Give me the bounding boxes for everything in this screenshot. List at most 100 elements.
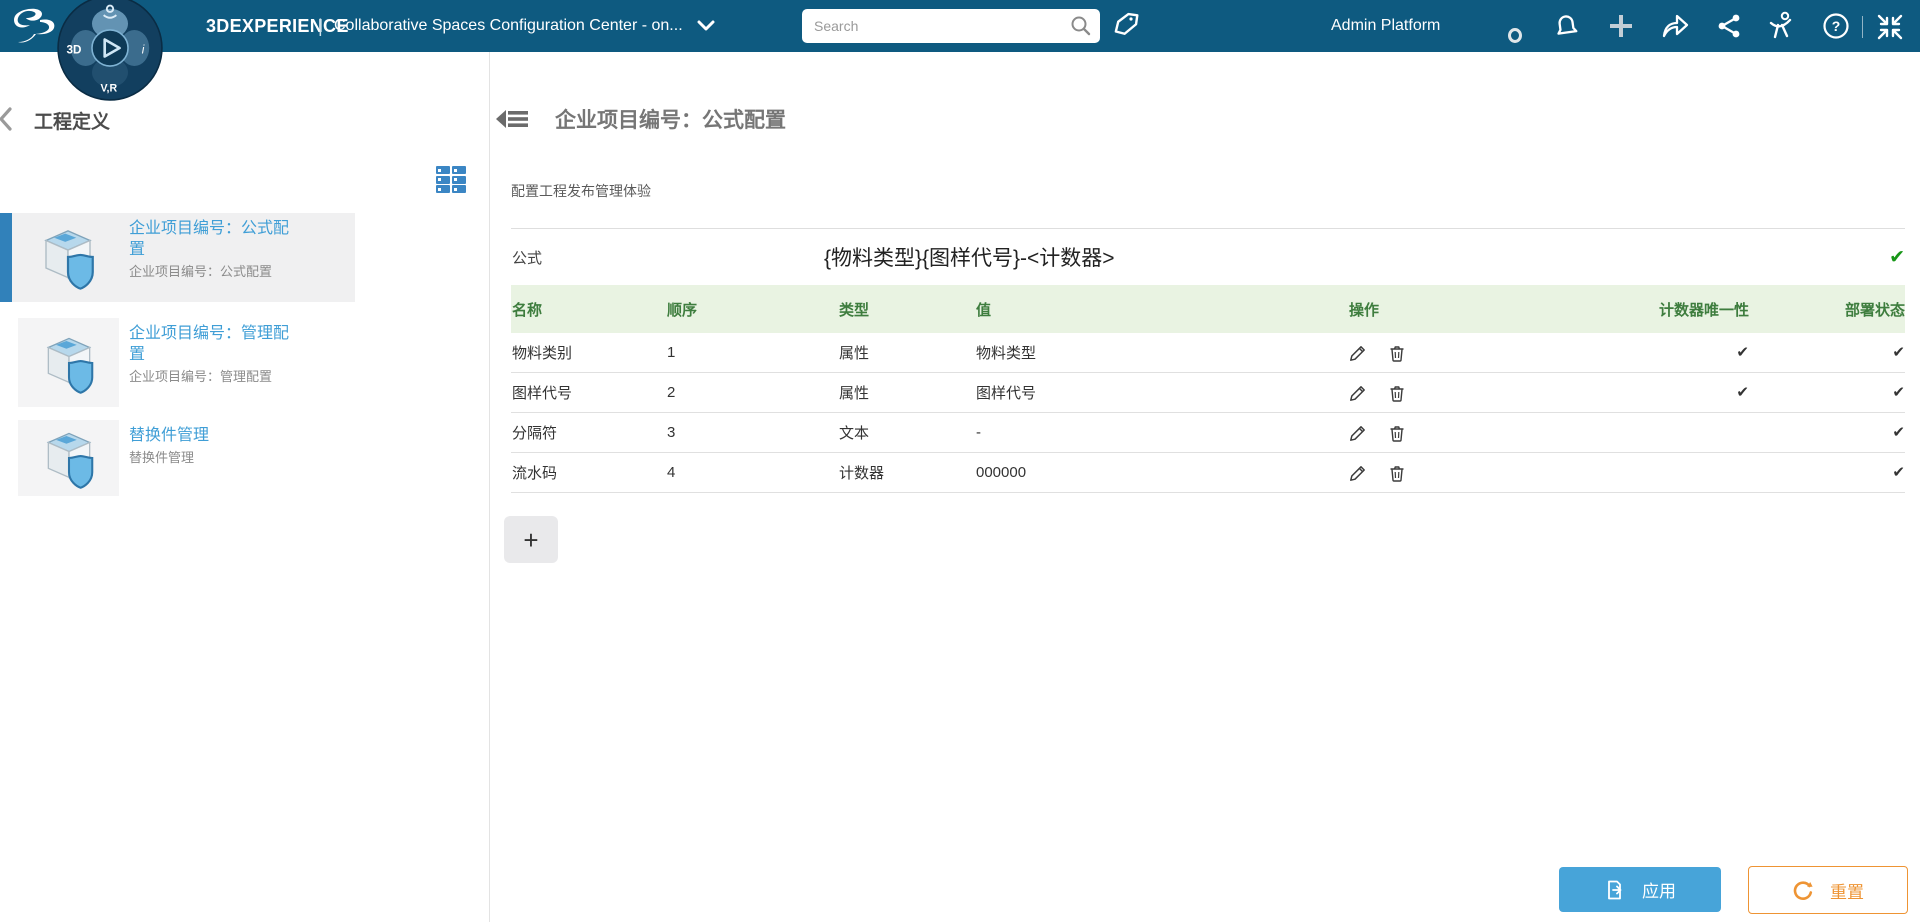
col-header-deploy-status: 部署状态 bbox=[1749, 299, 1905, 320]
cell-order: 2 bbox=[667, 384, 839, 401]
share-network-icon[interactable] bbox=[1716, 13, 1742, 39]
deploy-status-check-icon: ✔ bbox=[1749, 385, 1905, 400]
formula-row: 公式 {物料类型}{图样代号}-<计数器> ✔ bbox=[511, 228, 1905, 285]
formula-value: {物料类型}{图样代号}-<计数器> bbox=[824, 242, 1889, 272]
apply-document-icon bbox=[1604, 879, 1626, 901]
main-panel: 企业项目编号：公式配置 配置工程发布管理体验 公式 {物料类型}{图样代号}-<… bbox=[491, 52, 1920, 922]
page-title: 企业项目编号：公式配置 bbox=[555, 104, 786, 134]
collapse-panel-icon[interactable] bbox=[495, 106, 529, 132]
col-header-name: 名称 bbox=[511, 299, 667, 320]
top-bar: 3D i V,R 3DEXPERIENCE | Collaborative Sp… bbox=[0, 0, 1920, 52]
help-icon[interactable]: ? bbox=[1822, 12, 1850, 40]
sidebar-item-subtitle: 替换件管理 bbox=[129, 450, 294, 466]
back-chevron-icon[interactable] bbox=[0, 106, 16, 137]
delete-trash-icon[interactable] bbox=[1388, 464, 1406, 482]
col-header-type: 类型 bbox=[839, 299, 976, 320]
collapse-fullscreen-icon[interactable] bbox=[1876, 13, 1904, 41]
chevron-down-icon[interactable] bbox=[697, 20, 715, 32]
add-content-icon[interactable] bbox=[1608, 13, 1634, 39]
deploy-status-check-icon: ✔ bbox=[1749, 465, 1905, 480]
page-subtitle: 配置工程发布管理体验 bbox=[511, 181, 651, 201]
edit-pencil-icon[interactable] bbox=[1349, 464, 1367, 482]
sidebar-item-subtitle: 企业项目编号：公式配置 bbox=[129, 264, 294, 280]
sidebar: 工程定义 企业项目编号：公式配置 企业项目编号：公式配置 bbox=[0, 52, 490, 922]
reset-button[interactable]: 重置 bbox=[1748, 866, 1908, 914]
search-box[interactable] bbox=[802, 9, 1100, 43]
sidebar-item-replacement-mgmt[interactable]: 替换件管理 替换件管理 bbox=[0, 420, 490, 496]
app-cube-shield-icon bbox=[38, 329, 100, 397]
cell-order: 3 bbox=[667, 424, 839, 441]
status-circle-icon bbox=[1508, 28, 1522, 43]
user-platform-label[interactable]: Admin Platform bbox=[1331, 0, 1440, 52]
communities-person-icon[interactable] bbox=[1768, 11, 1796, 41]
apply-button-label: 应用 bbox=[1642, 877, 1676, 902]
cell-name: 物料类别 bbox=[511, 342, 667, 363]
cell-order: 1 bbox=[667, 344, 839, 361]
sidebar-item-title[interactable]: 企业项目编号：管理配置 bbox=[129, 323, 294, 365]
deploy-status-check-icon: ✔ bbox=[1749, 425, 1905, 440]
grid-cell bbox=[436, 176, 450, 184]
sidebar-item-formula-config[interactable]: 企业项目编号：公式配置 企业项目编号：公式配置 bbox=[0, 213, 355, 302]
cell-type: 属性 bbox=[839, 342, 976, 363]
cell-name: 分隔符 bbox=[511, 422, 667, 443]
grid-cell bbox=[452, 166, 466, 174]
delete-trash-icon[interactable] bbox=[1388, 384, 1406, 402]
delete-trash-icon[interactable] bbox=[1388, 344, 1406, 362]
table-row: 图样代号 2 属性 图样代号 ✔ ✔ bbox=[511, 373, 1905, 413]
dassault-3ds-logo bbox=[10, 4, 62, 48]
svg-text:3D: 3D bbox=[67, 43, 82, 56]
selected-accent-bar bbox=[0, 213, 12, 302]
view-grid-icon[interactable] bbox=[436, 166, 466, 193]
sidebar-item-admin-config[interactable]: 企业项目编号：管理配置 企业项目编号：管理配置 bbox=[0, 318, 490, 407]
cell-name: 流水码 bbox=[511, 462, 667, 483]
sidebar-item-subtitle: 企业项目编号：管理配置 bbox=[129, 369, 294, 385]
app-tile bbox=[18, 318, 119, 407]
table-row: 物料类别 1 属性 物料类型 ✔ ✔ bbox=[511, 333, 1905, 373]
grid-cell bbox=[452, 176, 466, 184]
delete-trash-icon[interactable] bbox=[1388, 424, 1406, 442]
add-row-button[interactable]: + bbox=[504, 516, 558, 563]
app-switcher[interactable]: Collaborative Spaces Configuration Cente… bbox=[334, 0, 715, 52]
grid-cell bbox=[436, 185, 450, 193]
share-forward-icon[interactable] bbox=[1660, 12, 1690, 40]
config-table: 公式 {物料类型}{图样代号}-<计数器> ✔ 名称 顺序 类型 值 操作 计数… bbox=[511, 228, 1905, 563]
col-header-order: 顺序 bbox=[667, 299, 839, 320]
cell-value: 图样代号 bbox=[976, 382, 1341, 403]
app-tile bbox=[18, 420, 119, 496]
sidebar-item-title[interactable]: 替换件管理 bbox=[129, 425, 294, 446]
deploy-status-check-icon: ✔ bbox=[1749, 345, 1905, 360]
search-icon[interactable] bbox=[1070, 15, 1092, 37]
table-row: 流水码 4 计数器 000000 ✔ ✔ bbox=[511, 453, 1905, 493]
search-input[interactable] bbox=[814, 18, 1070, 34]
cell-value: 物料类型 bbox=[976, 342, 1341, 363]
edit-pencil-icon[interactable] bbox=[1349, 424, 1367, 442]
reset-button-label: 重置 bbox=[1830, 878, 1864, 903]
cell-type: 文本 bbox=[839, 422, 976, 443]
deployed-check-icon: ✔ bbox=[1889, 248, 1905, 267]
svg-text:?: ? bbox=[1832, 18, 1841, 34]
app-cube-shield-icon bbox=[38, 424, 100, 492]
cell-value: - bbox=[976, 424, 1341, 441]
apply-button[interactable]: 应用 bbox=[1559, 867, 1721, 912]
cell-type: 计数器 bbox=[839, 462, 976, 483]
topbar-divider bbox=[1862, 16, 1863, 38]
counter-unique-check-icon: ✔ bbox=[1637, 345, 1749, 360]
col-header-counter-unique: 计数器唯一性 bbox=[1637, 299, 1749, 320]
app-title[interactable]: Collaborative Spaces Configuration Cente… bbox=[334, 17, 683, 35]
3dexperience-compass[interactable]: 3D i V,R bbox=[57, 0, 163, 101]
notifications-bell-icon[interactable] bbox=[1553, 12, 1579, 40]
grid-cell bbox=[452, 185, 466, 193]
edit-pencil-icon[interactable] bbox=[1349, 384, 1367, 402]
sidebar-item-title[interactable]: 企业项目编号：公式配置 bbox=[129, 218, 294, 260]
col-header-actions: 操作 bbox=[1341, 299, 1637, 320]
table-header-row: 名称 顺序 类型 值 操作 计数器唯一性 部署状态 bbox=[511, 285, 1905, 333]
cell-type: 属性 bbox=[839, 382, 976, 403]
svg-text:i: i bbox=[142, 43, 145, 56]
formula-label: 公式 bbox=[511, 247, 824, 268]
col-header-value: 值 bbox=[976, 299, 1341, 320]
cell-order: 4 bbox=[667, 464, 839, 481]
cell-name: 图样代号 bbox=[511, 382, 667, 403]
brand-title: 3DEXPERIENCE bbox=[206, 0, 349, 52]
tag-icon[interactable] bbox=[1113, 10, 1141, 40]
edit-pencil-icon[interactable] bbox=[1349, 344, 1367, 362]
